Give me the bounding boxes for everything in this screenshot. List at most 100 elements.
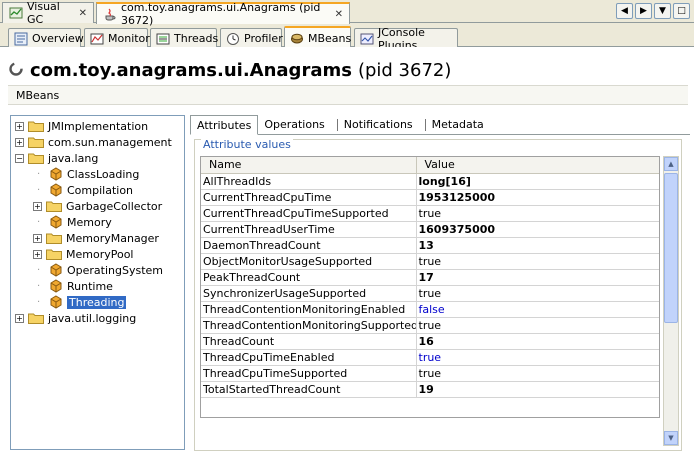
close-icon[interactable]: ✕ xyxy=(79,8,87,19)
monitor-icon xyxy=(90,32,104,46)
expand-icon[interactable]: + xyxy=(33,201,42,211)
tree-node[interactable]: + java.util.logging xyxy=(11,310,184,326)
column-header-value[interactable]: Value xyxy=(416,157,659,174)
tab-overview[interactable]: Overview xyxy=(8,28,84,48)
table-row[interactable]: CurrentThreadCpuTime 1953125000 xyxy=(201,189,659,206)
tree-node[interactable]: · ClassLoading xyxy=(11,166,184,182)
tree-node[interactable]: · OperatingSystem xyxy=(11,262,184,278)
doc-tab-anagrams[interactable]: com.toy.anagrams.ui.Anagrams (pid 3672) … xyxy=(96,1,350,27)
visual-gc-icon xyxy=(9,6,23,20)
app-name: com.toy.anagrams.ui.Anagrams xyxy=(30,59,352,81)
tab-profiler[interactable]: Profiler xyxy=(220,28,283,48)
table-row[interactable]: TotalStartedThreadCount 19 xyxy=(201,381,659,398)
tab-metadata[interactable]: Metadata xyxy=(426,115,490,134)
doc-tab-visual-gc[interactable]: Visual GC ✕ xyxy=(2,0,94,26)
tab-jconsole-plugins[interactable]: JConsole Plugins xyxy=(354,26,458,52)
mbeans-icon xyxy=(290,31,304,45)
expand-icon[interactable]: + xyxy=(15,121,24,131)
tree-label: OperatingSystem xyxy=(67,263,164,277)
page-title: com.toy.anagrams.ui.Anagrams (pid 3672) xyxy=(8,57,451,83)
attr-name: ObjectMonitorUsageSupported xyxy=(201,253,417,270)
expand-icon[interactable]: + xyxy=(33,249,42,259)
tree-node-selected[interactable]: · Threading xyxy=(11,294,184,310)
tree-label: Threading xyxy=(67,295,127,309)
expand-icon[interactable]: + xyxy=(15,313,24,323)
table-row[interactable]: ThreadCpuTimeSupported true xyxy=(201,365,659,382)
column-header-name[interactable]: Name xyxy=(201,157,417,174)
attr-name: CurrentThreadCpuTime xyxy=(201,189,417,206)
tab-operations[interactable]: Operations xyxy=(258,115,330,134)
table-row[interactable]: ThreadContentionMonitoringSupported true xyxy=(201,317,659,334)
tree-node[interactable]: · Memory xyxy=(11,214,184,230)
tab-label: Overview xyxy=(32,32,84,45)
doc-tab-label: com.toy.anagrams.ui.Anagrams (pid 3672) xyxy=(121,1,321,27)
attr-name: ThreadCpuTimeSupported xyxy=(201,365,417,382)
tab-mbeans[interactable]: MBeans xyxy=(284,26,351,48)
tab-monitor[interactable]: Monitor xyxy=(84,28,150,48)
maximize-icon[interactable]: □ xyxy=(673,3,690,19)
close-icon[interactable]: ✕ xyxy=(335,9,343,20)
tab-list-dropdown-icon[interactable]: ▼ xyxy=(654,3,671,19)
mbeans-view: com.toy.anagrams.ui.Anagrams (pid 3672) … xyxy=(0,47,694,470)
scroll-down-icon[interactable]: ▼ xyxy=(664,431,678,445)
details-tab-bar: Attributes Operations Notifications Meta… xyxy=(190,115,690,135)
scroll-left-icon[interactable]: ◀ xyxy=(616,3,633,19)
table-row[interactable]: CurrentThreadCpuTimeSupported true xyxy=(201,205,659,222)
tree-node[interactable]: + JMImplementation xyxy=(11,118,184,134)
expand-icon[interactable]: + xyxy=(33,233,42,243)
tree-label: com.sun.management xyxy=(48,135,172,149)
tree-label: Compilation xyxy=(67,183,134,197)
bean-icon xyxy=(50,215,62,229)
table-row[interactable]: CurrentThreadUserTime 1609375000 xyxy=(201,221,659,238)
attr-value: 1953125000 xyxy=(416,189,659,206)
tab-label: Profiler xyxy=(244,32,283,45)
attr-name: CurrentThreadCpuTimeSupported xyxy=(201,205,417,222)
table-row[interactable]: ThreadCpuTimeEnabled true xyxy=(201,349,659,366)
tree-label: Memory xyxy=(67,215,112,229)
table-row[interactable]: ThreadCount 16 xyxy=(201,333,659,350)
expand-icon[interactable]: + xyxy=(15,137,24,147)
scroll-up-icon[interactable]: ▲ xyxy=(664,157,678,171)
tree-node[interactable]: + MemoryManager xyxy=(11,230,184,246)
tab-notifications[interactable]: Notifications xyxy=(338,115,419,134)
folder-icon xyxy=(28,313,44,324)
attr-name: ThreadContentionMonitoringEnabled xyxy=(201,301,417,318)
tree-node[interactable]: + GarbageCollector xyxy=(11,198,184,214)
folder-icon xyxy=(46,201,62,212)
table-row[interactable]: PeakThreadCount 17 xyxy=(201,269,659,286)
scroll-right-icon[interactable]: ▶ xyxy=(635,3,652,19)
tree-node[interactable]: · Runtime xyxy=(11,278,184,294)
attr-name: AllThreadIds xyxy=(201,173,417,190)
table-row[interactable]: SynchronizerUsageSupported true xyxy=(201,285,659,302)
tree-node[interactable]: + com.sun.management xyxy=(11,134,184,150)
vertical-scrollbar[interactable]: ▲ ▼ xyxy=(663,156,679,446)
tab-label: MBeans xyxy=(308,31,352,45)
collapse-icon[interactable]: − xyxy=(15,153,24,163)
attr-value-editable[interactable]: true xyxy=(416,349,659,366)
tree-node[interactable]: − java.lang xyxy=(11,150,184,166)
section-title: MBeans xyxy=(16,88,60,102)
attr-value-editable[interactable]: false xyxy=(416,301,659,318)
refresh-spinner-icon xyxy=(8,61,24,80)
tab-threads[interactable]: Threads xyxy=(150,28,218,48)
table-row[interactable]: DaemonThreadCount 13 xyxy=(201,237,659,254)
attr-value[interactable]: long[16] xyxy=(416,173,659,190)
table-row[interactable]: AllThreadIds long[16] xyxy=(201,173,659,190)
table-row[interactable]: ThreadContentionMonitoringEnabled false xyxy=(201,301,659,318)
attr-value: 1609375000 xyxy=(416,221,659,238)
attr-name: PeakThreadCount xyxy=(201,269,417,286)
table-header-row: Name Value xyxy=(201,157,659,174)
tree-node[interactable]: · Compilation xyxy=(11,182,184,198)
bean-icon xyxy=(50,295,62,309)
jconsole-plugins-icon xyxy=(360,32,374,46)
attr-name: DaemonThreadCount xyxy=(201,237,417,254)
mbean-tree[interactable]: + JMImplementation + com.sun.management … xyxy=(10,115,185,450)
attr-name: SynchronizerUsageSupported xyxy=(201,285,417,302)
attr-name: ThreadContentionMonitoringSupported xyxy=(201,317,417,334)
view-tab-bar: Overview Monitor Threads Profiler MBeans… xyxy=(0,25,694,52)
tab-attributes[interactable]: Attributes xyxy=(190,115,259,135)
scrollbar-thumb[interactable] xyxy=(664,173,678,323)
attribute-table: Name Value AllThreadIds long[16] CurrentT… xyxy=(200,156,660,418)
tree-node[interactable]: + MemoryPool xyxy=(11,246,184,262)
table-row[interactable]: ObjectMonitorUsageSupported true xyxy=(201,253,659,270)
